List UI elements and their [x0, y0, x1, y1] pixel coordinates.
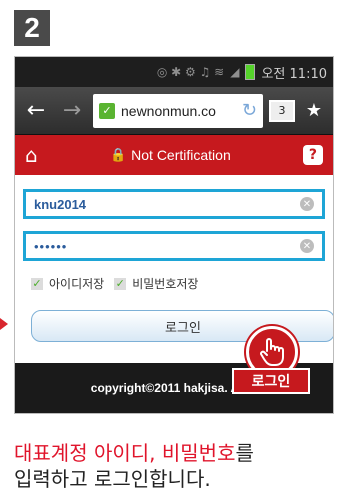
- checkmark-icon: ✓: [31, 277, 43, 290]
- password-value: ••••••: [34, 238, 68, 254]
- app-header: ⌂ 🔒 Not Certification ?: [15, 135, 333, 175]
- pointer-arrow: [0, 318, 8, 330]
- forward-icon[interactable]: →: [57, 96, 87, 126]
- save-password-label: 비밀번호저장: [132, 277, 199, 291]
- clear-username-icon[interactable]: ✕: [300, 197, 314, 211]
- tab-count: 3: [278, 104, 286, 117]
- wifi-icon: ◢: [230, 65, 240, 79]
- caption-highlight: 대표계정 아이디, 비밀번호: [14, 441, 236, 465]
- tap-hint: 로그인: [226, 326, 326, 408]
- remember-options: ✓ 아이디저장 ✓ 비밀번호저장: [31, 275, 325, 292]
- checkmark-icon: ✓: [114, 277, 127, 290]
- caption-text-1: 를: [235, 441, 254, 465]
- help-button[interactable]: ?: [302, 145, 323, 165]
- status-time: 오전 11:10: [261, 66, 327, 82]
- save-id-checkbox[interactable]: ✓ 아이디저장: [31, 275, 104, 292]
- save-id-label: 아이디저장: [49, 277, 105, 291]
- site-favicon-icon: ✓: [99, 102, 115, 119]
- signal-icon: ◎ ✱ ⚙ ♫ ≋: [156, 65, 225, 79]
- step-number-badge: 2: [14, 10, 50, 46]
- instruction-caption: 대표계정 아이디, 비밀번호를 입력하고 로그인합니다.: [14, 440, 336, 492]
- login-form: knu2014 ✕ •••••• ✕ ✓ 아이디저장 ✓ 비밀번호저장 로그인: [15, 175, 333, 342]
- browser-toolbar: ← → ✓ newnonmun.co ↻ 3 ★: [15, 87, 333, 135]
- battery-icon: [245, 64, 256, 80]
- reload-icon[interactable]: ↻: [242, 100, 257, 121]
- status-bar: ◎ ✱ ⚙ ♫ ≋ ◢ 오전 11:10: [15, 57, 333, 87]
- username-field[interactable]: knu2014 ✕: [23, 189, 325, 219]
- page-title: Not Certification: [131, 147, 231, 163]
- save-password-checkbox[interactable]: ✓ 비밀번호저장: [114, 275, 198, 292]
- password-field[interactable]: •••••• ✕: [23, 231, 325, 261]
- back-icon[interactable]: ←: [21, 96, 51, 126]
- step-number: 2: [24, 12, 40, 43]
- home-icon[interactable]: ⌂: [25, 143, 38, 167]
- tabs-button[interactable]: 3: [269, 99, 295, 122]
- username-value: knu2014: [34, 196, 87, 212]
- app-title-wrap: 🔒 Not Certification: [110, 147, 231, 163]
- tap-hint-label: 로그인: [232, 368, 310, 394]
- clear-password-icon[interactable]: ✕: [300, 239, 314, 253]
- url-text: newnonmun.co: [121, 102, 216, 119]
- bookmark-icon[interactable]: ★: [301, 98, 327, 124]
- url-bar[interactable]: ✓ newnonmun.co ↻: [93, 93, 263, 128]
- login-button-label: 로그인: [165, 320, 201, 336]
- lock-icon: 🔒: [109, 147, 127, 162]
- caption-text-2: 입력하고 로그인합니다.: [14, 467, 211, 491]
